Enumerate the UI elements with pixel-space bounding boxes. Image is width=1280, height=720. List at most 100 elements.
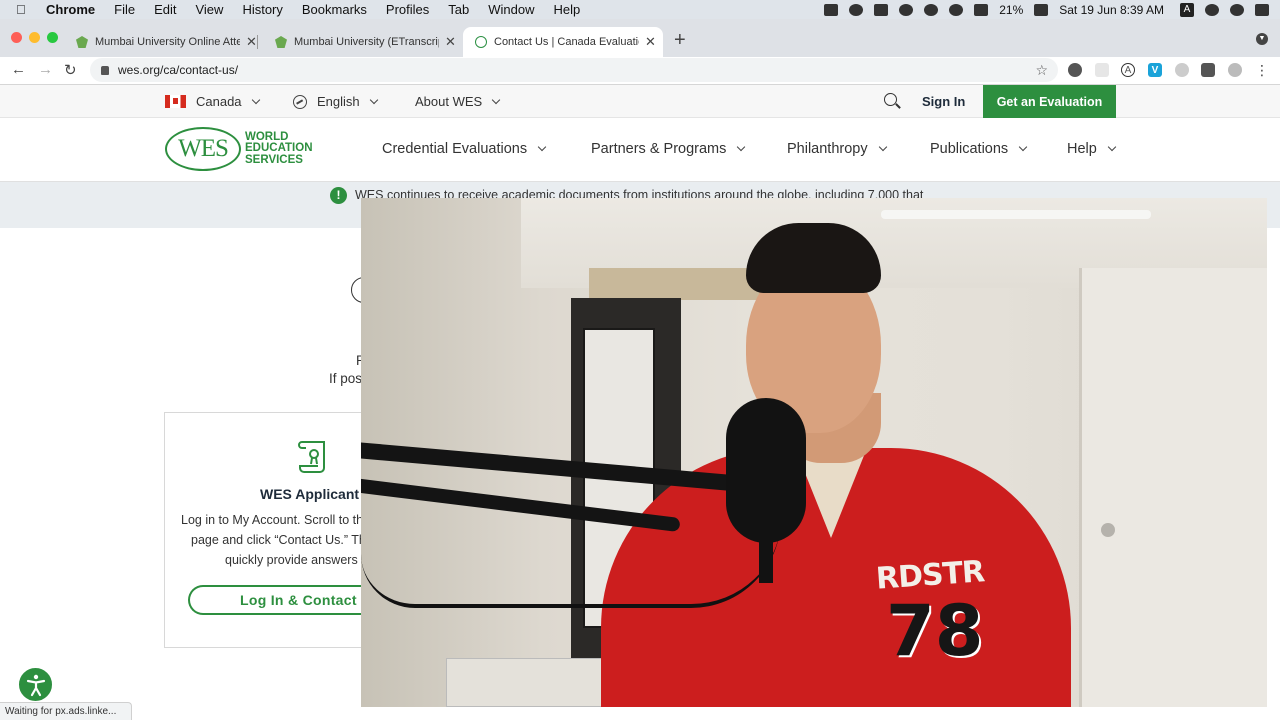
close-window-icon[interactable] bbox=[11, 32, 22, 43]
menu-help[interactable]: Help bbox=[554, 2, 581, 17]
menu-profiles[interactable]: Profiles bbox=[386, 2, 429, 17]
minimize-window-icon[interactable] bbox=[29, 32, 40, 43]
logo-line-3: SERVICES bbox=[245, 153, 303, 166]
microphone bbox=[726, 398, 806, 543]
wifi-icon[interactable] bbox=[949, 3, 964, 16]
status-area: 21% Sat 19 Jun 8:39 AM A bbox=[824, 0, 1280, 19]
room-door bbox=[1079, 268, 1267, 707]
menu-tab[interactable]: Tab bbox=[448, 2, 469, 17]
tab-title: Mumbai University Online Atte bbox=[95, 36, 240, 48]
extensions-puzzle-icon[interactable] bbox=[1201, 63, 1215, 77]
bookmark-star-icon[interactable]: ☆ bbox=[1035, 62, 1048, 79]
battery-percent[interactable]: 21% bbox=[999, 3, 1023, 17]
mic-cable bbox=[361, 518, 781, 608]
nav-philanthropy[interactable]: Philanthropy bbox=[787, 141, 887, 157]
new-tab-icon[interactable]: + bbox=[674, 29, 686, 52]
chevron-down-icon bbox=[1107, 142, 1117, 152]
chevron-down-icon bbox=[369, 95, 378, 104]
wes-logo-text: WORLD EDUCATION SERVICES bbox=[245, 131, 313, 167]
menu-history[interactable]: History bbox=[242, 2, 282, 17]
extension-ghost-icon[interactable] bbox=[1175, 63, 1189, 77]
login-contact-button[interactable]: Log In & Contact bbox=[188, 585, 388, 615]
browser-toolbar: ← → ↻ wes.org/ca/contact-us/ ☆ A V ⋮ bbox=[0, 57, 1280, 85]
chevron-down-icon bbox=[537, 142, 547, 152]
intro-text-line-2: If pos bbox=[329, 371, 363, 386]
accessibility-figure-icon bbox=[26, 674, 45, 696]
green-shield-icon bbox=[275, 36, 287, 48]
card-text-line-2: page and click “Contact Us.” Th bbox=[191, 533, 366, 547]
settings-icon[interactable] bbox=[849, 3, 864, 16]
wes-icon bbox=[475, 36, 487, 48]
wes-logo[interactable]: WES WORLD EDUCATION SERVICES bbox=[165, 127, 313, 171]
apple-icon[interactable]:  bbox=[16, 2, 32, 17]
tube-light bbox=[881, 210, 1151, 219]
tab-search-icon[interactable]: ▼ bbox=[1256, 33, 1268, 45]
tab-title: Mumbai University (ETranscrip bbox=[294, 36, 439, 48]
shield-icon[interactable] bbox=[874, 3, 889, 16]
language-selector[interactable]: English bbox=[293, 94, 378, 109]
bluetooth-icon[interactable] bbox=[924, 3, 939, 16]
country-label: Canada bbox=[196, 94, 242, 109]
close-tab-icon[interactable]: ✕ bbox=[645, 34, 656, 50]
control-center-icon[interactable] bbox=[1255, 3, 1269, 16]
siri-icon[interactable] bbox=[1230, 3, 1244, 16]
extension-a-icon[interactable]: A bbox=[1121, 63, 1135, 77]
chrome-menu-icon[interactable]: ⋮ bbox=[1255, 62, 1269, 78]
menu-view[interactable]: View bbox=[195, 2, 223, 17]
nav-label: Credential Evaluations bbox=[382, 141, 528, 157]
menu-file[interactable]: File bbox=[114, 2, 135, 17]
zoom-window-icon[interactable] bbox=[47, 32, 58, 43]
nav-label: Publications bbox=[930, 141, 1009, 157]
about-label: About WES bbox=[415, 94, 483, 109]
extension-gear-icon[interactable] bbox=[1068, 63, 1082, 77]
status-bar: Waiting for px.ads.linke... bbox=[0, 702, 132, 720]
screen-record-icon[interactable] bbox=[824, 3, 839, 16]
extension-v-icon[interactable]: V bbox=[1148, 63, 1162, 77]
door-handle bbox=[1101, 523, 1115, 537]
address-bar[interactable]: wes.org/ca/contact-us/ ☆ bbox=[90, 58, 1058, 82]
menu-bookmarks[interactable]: Bookmarks bbox=[302, 2, 367, 17]
url-text[interactable]: wes.org/ca/contact-us/ bbox=[118, 63, 238, 77]
tab-mumbai-etranscript[interactable]: Mumbai University (ETranscrip ✕ bbox=[263, 27, 456, 57]
accessibility-icon[interactable] bbox=[17, 666, 54, 703]
nav-label: Help bbox=[1067, 141, 1097, 157]
volume-icon[interactable] bbox=[974, 3, 989, 16]
about-wes-menu[interactable]: About WES bbox=[415, 94, 501, 109]
canada-flag-icon bbox=[165, 95, 186, 108]
shirt-print-number: 78 bbox=[886, 590, 984, 672]
spotlight-icon[interactable] bbox=[1205, 3, 1219, 16]
tab-contact-us[interactable]: Contact Us | Canada Evaluatio ✕ bbox=[463, 27, 663, 57]
extension-blank-icon[interactable] bbox=[1095, 63, 1109, 77]
profile-avatar-icon[interactable] bbox=[1228, 63, 1242, 77]
tab-mumbai-attestation[interactable]: Mumbai University Online Atte ✕ bbox=[64, 27, 258, 57]
sign-in-link[interactable]: Sign In bbox=[922, 94, 965, 109]
menu-app-name[interactable]: Chrome bbox=[46, 2, 95, 17]
lock-icon[interactable] bbox=[101, 65, 109, 75]
country-selector[interactable]: Canada bbox=[165, 94, 260, 109]
clock[interactable]: Sat 19 Jun 8:39 AM bbox=[1059, 3, 1164, 17]
input-source-icon[interactable]: A bbox=[1180, 2, 1194, 17]
battery-icon[interactable] bbox=[1034, 3, 1049, 16]
close-tab-icon[interactable]: ✕ bbox=[246, 34, 257, 50]
cloud-icon[interactable] bbox=[899, 3, 914, 16]
main-navigation: WES WORLD EDUCATION SERVICES Credential … bbox=[0, 118, 1280, 182]
back-icon[interactable]: ← bbox=[11, 61, 26, 78]
close-tab-icon[interactable]: ✕ bbox=[445, 34, 456, 50]
menu-window[interactable]: Window bbox=[488, 2, 534, 17]
reload-icon[interactable]: ↻ bbox=[64, 61, 77, 79]
search-icon[interactable] bbox=[884, 93, 897, 106]
language-label: English bbox=[317, 94, 360, 109]
get-evaluation-button[interactable]: Get an Evaluation bbox=[983, 85, 1116, 118]
tab-title: Contact Us | Canada Evaluatio bbox=[494, 36, 639, 48]
card-text-line-1: Log in to My Account. Scroll to th bbox=[181, 513, 364, 527]
chevron-down-icon bbox=[737, 142, 746, 152]
nav-help[interactable]: Help bbox=[1067, 141, 1117, 157]
forward-icon[interactable]: → bbox=[38, 61, 53, 78]
chevron-down-icon bbox=[878, 142, 887, 152]
globe-icon bbox=[293, 94, 307, 109]
nav-partners-programs[interactable]: Partners & Programs bbox=[591, 141, 746, 157]
menu-edit[interactable]: Edit bbox=[154, 2, 176, 17]
nav-publications[interactable]: Publications bbox=[930, 141, 1028, 157]
nav-credential-evaluations[interactable]: Credential Evaluations bbox=[382, 141, 547, 157]
chevron-down-icon bbox=[1018, 142, 1028, 152]
